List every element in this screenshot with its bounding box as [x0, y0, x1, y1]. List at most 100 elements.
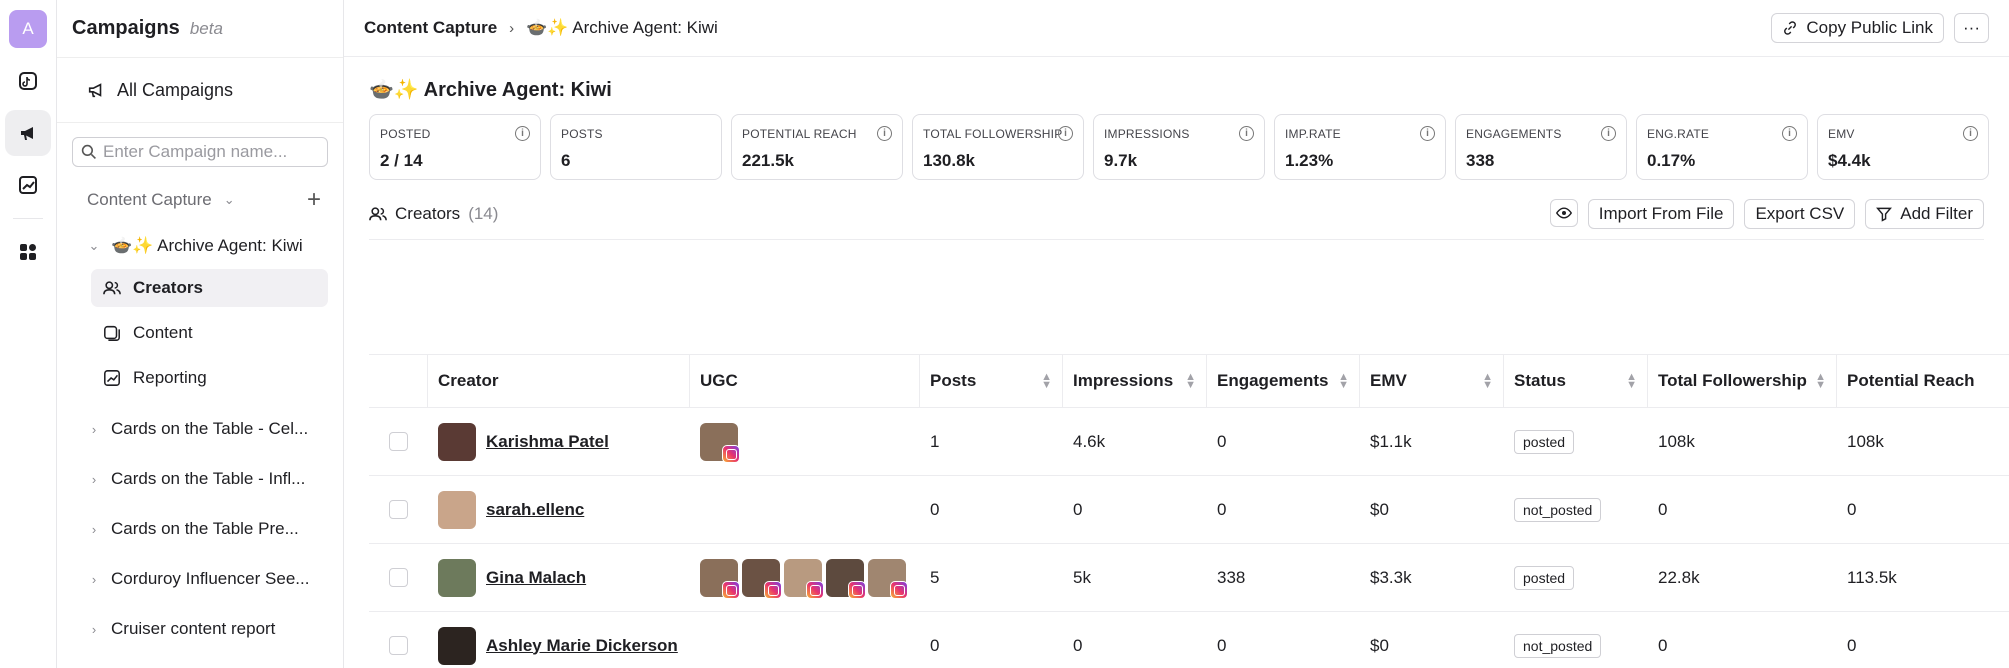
- sidebar-header: Campaigns beta: [57, 0, 343, 57]
- ugc-thumbnail[interactable]: [742, 558, 782, 599]
- sort-icon[interactable]: ▲ ▼: [1626, 372, 1637, 391]
- row-checkbox[interactable]: [389, 636, 408, 655]
- export-csv-button[interactable]: Export CSV: [1744, 198, 1856, 229]
- stat-value: 6: [561, 151, 571, 170]
- column-header-creator[interactable]: Creator: [428, 355, 690, 407]
- select-column-header: [369, 355, 428, 407]
- ugc-thumbnail[interactable]: [784, 558, 824, 599]
- campaign-item[interactable]: › Corduroy Influencer See...: [57, 554, 343, 604]
- ugc-thumbnail[interactable]: [868, 558, 908, 599]
- apps-nav-button[interactable]: [5, 229, 51, 275]
- impressions-cell: 0: [1073, 635, 1083, 655]
- table-row[interactable]: sarah.ellenc 0 0 0 $0 not_posted 0 0: [369, 476, 2009, 544]
- import-from-file-button[interactable]: Import From File: [1587, 198, 1735, 229]
- campaign-item[interactable]: › Cards on the Table Pre...: [57, 504, 343, 554]
- stat-label: IMP.RATE: [1285, 127, 1341, 141]
- creator-name-link[interactable]: Karishma Patel: [486, 432, 609, 452]
- analytics-nav-button[interactable]: [5, 162, 51, 208]
- sidebar-item-reporting[interactable]: Reporting: [91, 359, 328, 397]
- chart-icon: [19, 176, 37, 194]
- sidebar-item-label: Reporting: [133, 368, 207, 387]
- add-campaign-icon[interactable]: +: [307, 186, 321, 214]
- followership-cell: 0: [1658, 499, 1668, 519]
- creator-cell: Gina Malach: [428, 544, 690, 611]
- campaign-label: Corduroy Influencer See...: [111, 569, 310, 588]
- column-header-ugc[interactable]: UGC: [690, 355, 920, 407]
- megaphone-icon: [88, 83, 102, 98]
- breadcrumb-root[interactable]: Content Capture: [364, 18, 497, 38]
- info-icon[interactable]: i: [877, 126, 892, 141]
- campaign-item[interactable]: › Cards on the Table - Infl...: [57, 454, 343, 504]
- info-icon[interactable]: i: [1239, 126, 1254, 141]
- engagements-cell: 338: [1217, 567, 1246, 587]
- stat-card-eng-rate: ENG.RATE 0.17% i: [1636, 114, 1808, 180]
- followership-cell: 108k: [1658, 431, 1695, 451]
- sort-icon[interactable]: ▲ ▼: [1041, 372, 1052, 391]
- campaign-item-active[interactable]: ⌄ 🍲✨ Archive Agent: Kiwi: [57, 225, 343, 267]
- sidebar-item-label: Content: [133, 323, 193, 342]
- column-header-engagements[interactable]: Engagements ▲ ▼: [1207, 355, 1360, 407]
- creator-name-link[interactable]: Ashley Marie Dickerson: [486, 636, 678, 656]
- row-checkbox[interactable]: [389, 500, 408, 519]
- creator-name-link[interactable]: Gina Malach: [486, 568, 586, 588]
- visibility-button[interactable]: [1549, 198, 1578, 227]
- workspace-avatar[interactable]: A: [9, 10, 47, 48]
- campaign-search-input[interactable]: [103, 142, 323, 162]
- stat-card-imp-rate: IMP.RATE 1.23% i: [1274, 114, 1446, 180]
- sort-icon[interactable]: ▲ ▼: [1815, 372, 1826, 391]
- campaign-label: Cards on the Table Pre...: [111, 519, 299, 538]
- column-header-emv[interactable]: EMV ▲ ▼: [1360, 355, 1504, 407]
- more-icon: ···: [1963, 18, 1980, 37]
- creator-name-link[interactable]: sarah.ellenc: [486, 500, 584, 520]
- info-icon[interactable]: i: [1782, 126, 1797, 141]
- stat-card-impressions: IMPRESSIONS 9.7k i: [1093, 114, 1265, 180]
- content-capture-group[interactable]: Content Capture ⌄ +: [57, 175, 343, 225]
- engagements-cell: 0: [1217, 635, 1227, 655]
- row-checkbox[interactable]: [389, 568, 408, 587]
- sidebar-item-label: Creators: [133, 278, 203, 297]
- column-label: Impressions: [1073, 371, 1174, 390]
- add-filter-button[interactable]: Add Filter: [1865, 198, 1984, 229]
- table-row[interactable]: Ashley Marie Dickerson 0 0 0 $0 not_post…: [369, 612, 2009, 668]
- posts-cell: 0: [930, 499, 940, 519]
- stat-value: $4.4k: [1828, 151, 1871, 170]
- all-campaigns-link[interactable]: All Campaigns: [57, 57, 343, 123]
- table-row[interactable]: Karishma Patel 1 4.6k 0 $1.1k posted 108…: [369, 408, 2009, 476]
- info-icon[interactable]: i: [1601, 126, 1616, 141]
- info-icon[interactable]: i: [1963, 126, 1978, 141]
- sidebar-item-creators[interactable]: Creators: [91, 269, 328, 307]
- ugc-thumbnail[interactable]: [700, 558, 740, 599]
- chevron-down-icon: ⌄: [223, 192, 235, 207]
- campaign-item[interactable]: › Cards on the Table - Cel...: [57, 404, 343, 454]
- avatar: [438, 558, 476, 597]
- content-icon: [104, 325, 120, 341]
- campaign-item[interactable]: › Cruiser content report: [57, 604, 343, 654]
- campaigns-nav-button[interactable]: [5, 110, 51, 156]
- column-header-total-followership[interactable]: Total Followership ▲ ▼: [1648, 355, 1837, 407]
- info-icon[interactable]: i: [1420, 126, 1435, 141]
- stat-card-engagements: ENGAGEMENTS 338 i: [1455, 114, 1627, 180]
- copy-public-link-button[interactable]: Copy Public Link: [1771, 13, 1945, 43]
- status-badge: not_posted: [1514, 497, 1602, 522]
- stat-label: EMV: [1828, 127, 1855, 141]
- ugc-thumbnail[interactable]: [826, 558, 866, 599]
- sort-icon[interactable]: ▲ ▼: [1338, 372, 1349, 391]
- sort-icon[interactable]: ▲ ▼: [1482, 372, 1493, 391]
- campaign-search: [72, 137, 328, 167]
- info-icon[interactable]: i: [1058, 126, 1073, 141]
- avatar: [438, 490, 476, 529]
- ugc-thumbnail[interactable]: [700, 422, 740, 463]
- tiktok-nav-button[interactable]: [5, 58, 51, 104]
- column-label: UGC: [700, 371, 738, 390]
- more-options-button[interactable]: ···: [1954, 13, 1989, 43]
- table-row[interactable]: Gina Malach 5 5k 338 $3.3k posted 22.8k …: [369, 544, 2009, 612]
- sort-icon[interactable]: ▲ ▼: [1185, 372, 1196, 391]
- stat-value: 1.23%: [1285, 151, 1334, 170]
- row-checkbox[interactable]: [389, 432, 408, 451]
- column-header-potential-reach[interactable]: Potential Reach: [1837, 355, 1994, 407]
- column-header-status[interactable]: Status ▲ ▼: [1504, 355, 1648, 407]
- sidebar-item-content[interactable]: Content: [91, 314, 328, 352]
- column-header-impressions[interactable]: Impressions ▲ ▼: [1063, 355, 1207, 407]
- info-icon[interactable]: i: [515, 126, 530, 141]
- column-header-posts[interactable]: Posts ▲ ▼: [920, 355, 1063, 407]
